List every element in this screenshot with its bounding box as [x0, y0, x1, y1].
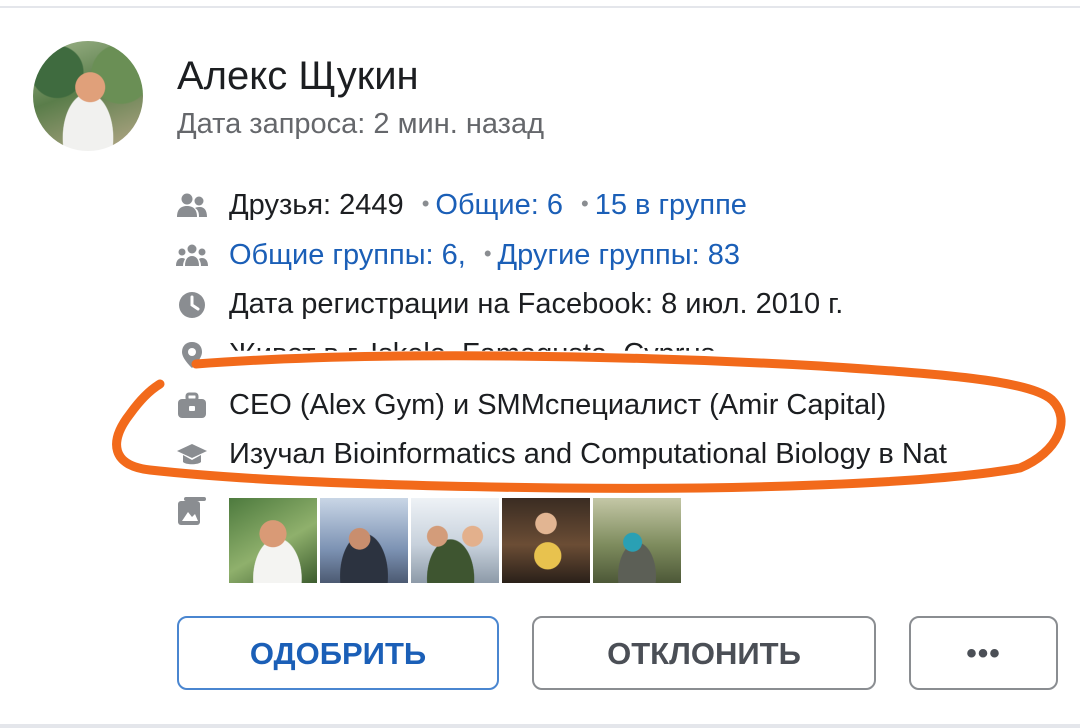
- friends-row: Друзья: 2449 • Общие: 6 • 15 в группе: [0, 184, 1080, 224]
- request-date: Дата запроса: 2 мин. назад: [177, 108, 545, 140]
- friends-count: Друзья: 2449: [229, 189, 404, 221]
- separator-dot: •: [483, 241, 492, 266]
- graduation-cap-icon: [177, 444, 207, 465]
- photos-icon: [178, 497, 206, 525]
- groups-info: Общие группы: 6, • Другие группы: 83: [229, 234, 740, 275]
- profile-photo-thumbnail[interactable]: [593, 498, 681, 583]
- separator-dot: •: [421, 191, 430, 216]
- profile-photo-thumbnail[interactable]: [320, 498, 408, 583]
- more-options-button[interactable]: •••: [909, 616, 1058, 690]
- education-text: Изучал Bioinformatics and Computational …: [229, 438, 947, 470]
- other-groups-link[interactable]: Другие группы: 83: [498, 239, 740, 271]
- location-pin-icon: [182, 342, 202, 368]
- separator-dot: •: [581, 191, 589, 216]
- profile-photo-thumbnail[interactable]: [411, 498, 499, 583]
- registration-row: Дата регистрации на Facebook: 8 июл. 201…: [0, 284, 1080, 324]
- people-icon: [177, 193, 207, 217]
- profile-photo-thumbnail[interactable]: [502, 498, 590, 583]
- work-text: CEO (Alex Gym) и SMMспециалист (Amir Cap…: [229, 389, 887, 421]
- registration-date: Дата регистрации на Facebook: 8 июл. 201…: [229, 288, 844, 320]
- briefcase-icon: [178, 392, 206, 418]
- profile-photo-thumbnail[interactable]: [229, 498, 317, 583]
- groups-row: Общие группы: 6, • Другие группы: 83: [0, 234, 1080, 274]
- groups-icon: [176, 244, 208, 266]
- requester-name[interactable]: Алекс Щукин: [177, 52, 419, 100]
- card-bottom-border: [0, 724, 1080, 728]
- education-row: Изучал Bioinformatics and Computational …: [0, 434, 1080, 474]
- mutual-friends-link[interactable]: Общие: 6: [435, 189, 563, 221]
- profile-avatar[interactable]: [33, 41, 143, 151]
- location-row: Живет в г. Iskele, Famagusta, Cyprus: [0, 334, 1080, 374]
- decline-button[interactable]: ОТКЛОНИТЬ: [532, 616, 876, 690]
- in-group-link[interactable]: 15 в группе: [595, 189, 747, 221]
- card-top-border: [0, 6, 1080, 8]
- location-text: Живет в г. Iskele, Famagusta, Cyprus: [229, 338, 716, 370]
- work-row: CEO (Alex Gym) и SMMспециалист (Amir Cap…: [0, 385, 1080, 425]
- clock-icon: [179, 292, 205, 318]
- approve-button[interactable]: ОДОБРИТЬ: [177, 616, 499, 690]
- photo-strip: [229, 498, 689, 583]
- friends-info: Друзья: 2449 • Общие: 6 • 15 в группе: [229, 184, 747, 225]
- mutual-groups-link[interactable]: Общие группы: 6,: [229, 239, 466, 271]
